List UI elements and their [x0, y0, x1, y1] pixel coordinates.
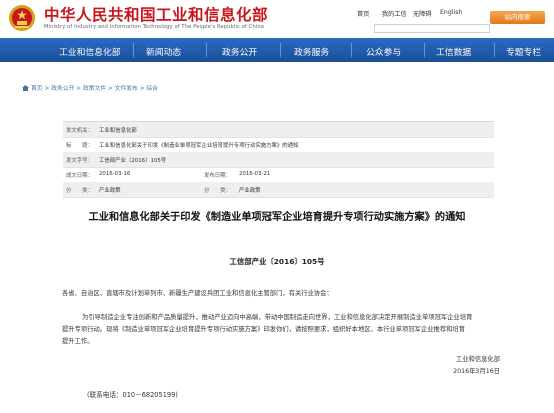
meta-label: 发文机关：	[66, 128, 93, 134]
body-paragraph-line: 为引导制造企业专注创新和产品质量提升，推动产业迈向中高端，带动中国制造走向世界，…	[82, 314, 473, 321]
meta-label: 成文日期：	[66, 173, 93, 179]
site-subtitle: Ministry of Industry and Information Tec…	[44, 24, 265, 30]
body-paragraph-line: 提升专项行动。现将《制造业单项冠军企业培育提升专项行动实施方案》印发你们，请按照…	[62, 326, 465, 333]
link-my-miit[interactable]: 我的工信	[382, 9, 407, 18]
meta-value: 2016-03-21	[239, 171, 271, 177]
nav-item-topics[interactable]: 专题专栏	[506, 45, 541, 58]
nav-item-public[interactable]: 公众参与	[366, 45, 401, 58]
meta-row-sender: 发文机关： 工业和信息化部	[63, 122, 494, 138]
contact-phone: (联系电话：010－68205199)	[87, 391, 178, 399]
meta-value: 产业政策	[239, 188, 261, 194]
link-home[interactable]: 首页	[357, 9, 369, 18]
breadcrumb-item-home[interactable]: 首页	[31, 86, 43, 92]
site-title[interactable]: 中华人民共和国工业和信息化部	[44, 3, 268, 25]
breadcrumb-item-release[interactable]: 文件发布	[115, 86, 138, 92]
breadcrumb-separator: >	[139, 86, 145, 92]
nav-divider	[494, 43, 495, 57]
meta-label: 分 类：	[204, 188, 231, 194]
meta-value: 工业和信息化部	[99, 128, 137, 134]
breadcrumb-item-gov-info[interactable]: 政务公开	[51, 86, 74, 92]
meta-row-dates: 成文日期： 2016-03-16 发布日期： 2016-03-21	[63, 167, 494, 183]
nav-item-gov-service[interactable]: 政务服务	[294, 45, 329, 58]
breadcrumb-separator: >	[76, 86, 82, 92]
meta-value: 2016-03-16	[99, 171, 131, 177]
breadcrumb-separator: >	[107, 86, 113, 92]
document-meta-table: 发文机关： 工业和信息化部 标 题： 工业和信息化部关于印发《制造业单项冠军企业…	[63, 121, 494, 198]
meta-value: 工信部产业〔2016〕105号	[99, 158, 167, 164]
nav-divider	[133, 43, 134, 57]
meta-value: 工业和信息化部关于印发《制造业单项冠军企业培育提升专项行动实施方案》的通知	[99, 143, 299, 149]
link-accessibility[interactable]: 无障碍	[413, 9, 432, 18]
article-title: 工业和信息化部关于印发《制造业单项冠军企业培育提升专项行动实施方案》的通知	[88, 212, 466, 223]
main-nav: 工业和信息化部 新闻动态 政务公开 政务服务 公众参与 工信数据 专题专栏	[0, 38, 554, 62]
meta-row-subject: 标 题： 工业和信息化部关于印发《制造业单项冠军企业培育提升专项行动实施方案》的…	[63, 137, 494, 153]
nav-divider	[206, 43, 207, 57]
search-input[interactable]	[374, 24, 490, 33]
meta-value: 产业政策	[99, 188, 121, 194]
doc-number: 工信部产业〔2016〕105号	[229, 257, 325, 266]
nav-divider	[351, 43, 352, 57]
breadcrumb-item-policy[interactable]: 政策文件	[83, 86, 106, 92]
breadcrumb-separator: >	[44, 86, 50, 92]
link-english[interactable]: English	[440, 9, 462, 16]
home-icon	[22, 85, 29, 91]
nav-divider	[280, 43, 281, 57]
national-emblem-icon	[9, 5, 35, 31]
site-header: 中华人民共和国工业和信息化部 Ministry of Industry and …	[0, 0, 554, 38]
meta-label: 发文字号：	[66, 158, 93, 164]
nav-item-gov-info[interactable]: 政务公开	[222, 45, 257, 58]
breadcrumb-item-general[interactable]: 综合	[146, 86, 158, 92]
meta-row-category: 分 类： 产业政策 分 类： 产业政策	[63, 182, 494, 198]
body-paragraph-line: 提升工作。	[62, 338, 94, 345]
addressee: 各省、自治区、直辖市及计划单列市、新疆生产建设兵团工业和信息化主管部门，有关行业…	[62, 290, 333, 297]
meta-row-docnum: 发文字号： 工信部产业〔2016〕105号	[63, 152, 494, 168]
meta-label: 发布日期：	[204, 173, 231, 179]
meta-label: 标 题：	[66, 143, 93, 149]
meta-label: 分 类：	[66, 188, 93, 194]
nav-item-data[interactable]: 工信数据	[436, 45, 471, 58]
breadcrumb: 首页 > 政务公开 > 政策文件 > 文件发布 > 综合	[22, 83, 158, 92]
search-button[interactable]: 站内搜索	[490, 11, 545, 24]
nav-item-news[interactable]: 新闻动态	[146, 45, 181, 58]
nav-divider	[424, 43, 425, 57]
sign-date: 2016年3月16日	[453, 368, 500, 375]
nav-item-ministry[interactable]: 工业和信息化部	[59, 45, 121, 58]
signer: 工业和信息化部	[455, 356, 500, 363]
